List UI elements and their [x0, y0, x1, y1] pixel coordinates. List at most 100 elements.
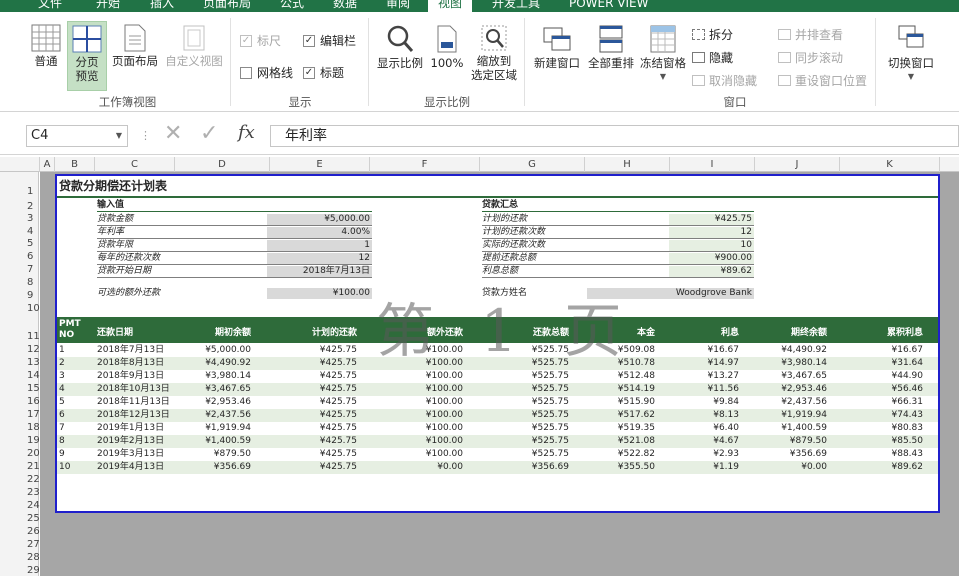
enter-icon[interactable]: ✓ [200, 121, 218, 146]
table-cell[interactable]: ¥100.00 [367, 397, 463, 408]
table-cell[interactable]: ¥4,490.92 [177, 358, 251, 369]
column-header[interactable]: E [270, 157, 370, 172]
table-cell[interactable]: ¥100.00 [367, 449, 463, 460]
table-cell[interactable]: ¥100.00 [367, 358, 463, 369]
table-cell[interactable]: 2018年7月13日 [97, 345, 177, 356]
table-cell[interactable]: ¥100.00 [367, 345, 463, 356]
table-cell[interactable]: ¥31.64 [837, 358, 924, 369]
table-cell[interactable]: 2018年10月13日 [97, 384, 177, 395]
table-cell[interactable]: 1 [59, 345, 89, 356]
table-cell[interactable]: ¥100.00 [367, 436, 463, 447]
table-cell[interactable]: ¥515.90 [577, 397, 655, 408]
table-cell[interactable]: ¥2,953.46 [177, 397, 251, 408]
table-cell[interactable]: ¥3,467.65 [177, 384, 251, 395]
row-header[interactable]: 22 [0, 473, 40, 486]
table-cell[interactable]: ¥80.83 [837, 423, 924, 434]
tab-power-view[interactable]: POWER VIEW [569, 0, 648, 12]
row-header[interactable]: 13 [0, 356, 40, 369]
name-box-dropdown-icon[interactable]: ▼ [116, 126, 122, 146]
unhide-button[interactable]: 取消隐藏 [692, 72, 757, 89]
column-header[interactable]: F [370, 157, 480, 172]
custom-views-button[interactable]: 自定义视图 [163, 24, 225, 86]
table-cell[interactable]: ¥0.00 [747, 462, 827, 473]
lender-value[interactable]: Woodgrove Bank [587, 288, 754, 299]
table-cell[interactable]: ¥14.97 [667, 358, 740, 369]
select-all-corner[interactable] [0, 157, 40, 172]
tab-home[interactable]: 开始 [96, 0, 120, 12]
table-cell[interactable]: ¥525.75 [477, 423, 569, 434]
table-cell[interactable]: ¥356.69 [177, 462, 251, 473]
column-header[interactable]: B [55, 157, 95, 172]
table-cell[interactable]: ¥509.08 [577, 345, 655, 356]
row-header[interactable]: 5 [0, 237, 38, 250]
table-cell[interactable]: ¥425.75 [267, 410, 357, 421]
table-cell[interactable]: ¥355.50 [577, 462, 655, 473]
table-cell[interactable]: ¥514.19 [577, 384, 655, 395]
formula-bar-checkbox[interactable]: ✓ 编辑栏 [303, 32, 356, 49]
tab-developer[interactable]: 开发工具 [492, 0, 540, 12]
table-cell[interactable]: ¥100.00 [367, 384, 463, 395]
page-break-preview-button[interactable]: 分页 预览 [67, 21, 107, 91]
table-cell[interactable]: ¥879.50 [747, 436, 827, 447]
table-cell[interactable]: ¥9.84 [667, 397, 739, 408]
table-cell[interactable]: 8 [59, 436, 89, 447]
input-value[interactable]: 2018年7月13日 [267, 266, 372, 277]
table-cell[interactable]: ¥425.75 [267, 384, 357, 395]
table-cell[interactable]: ¥425.75 [267, 371, 357, 382]
table-cell[interactable]: ¥16.67 [667, 345, 740, 356]
table-cell[interactable]: ¥525.75 [477, 384, 569, 395]
table-cell[interactable]: 2 [59, 358, 89, 369]
table-cell[interactable]: ¥66.31 [837, 397, 924, 408]
table-cell[interactable]: ¥0.00 [367, 462, 463, 473]
row-header[interactable]: 9 [0, 289, 38, 302]
table-cell[interactable]: ¥11.56 [667, 384, 740, 395]
table-cell[interactable]: ¥525.75 [477, 371, 569, 382]
extra-payment-value[interactable]: ¥100.00 [267, 288, 372, 299]
column-header[interactable]: I [670, 157, 755, 172]
row-header[interactable]: 6 [0, 250, 38, 263]
table-cell[interactable]: 2019年1月13日 [97, 423, 177, 434]
table-cell[interactable]: ¥1,400.59 [747, 423, 827, 434]
reset-window-position-button[interactable]: 重设窗口位置 [778, 72, 867, 89]
table-cell[interactable]: ¥3,980.14 [747, 358, 827, 369]
gridlines-checkbox[interactable]: 网格线 [240, 64, 293, 81]
row-header[interactable]: 25 [0, 512, 40, 525]
table-cell[interactable]: 3 [59, 371, 89, 382]
input-value[interactable]: 1 [267, 240, 372, 251]
table-cell[interactable]: ¥879.50 [177, 449, 251, 460]
column-header[interactable]: G [480, 157, 585, 172]
table-cell[interactable]: 2018年8月13日 [97, 358, 177, 369]
table-cell[interactable]: ¥425.75 [267, 423, 357, 434]
table-cell[interactable]: ¥1,919.94 [747, 410, 827, 421]
row-header[interactable]: 8 [0, 276, 38, 289]
row-header[interactable]: 23 [0, 486, 40, 499]
row-header[interactable]: 3 [0, 212, 38, 225]
column-header[interactable]: D [175, 157, 270, 172]
table-cell[interactable]: 7 [59, 423, 89, 434]
table-cell[interactable]: ¥425.75 [267, 462, 357, 473]
row-header[interactable]: 19 [0, 434, 40, 447]
table-cell[interactable]: ¥2,437.56 [747, 397, 827, 408]
table-cell[interactable]: ¥74.43 [837, 410, 924, 421]
tab-insert[interactable]: 插入 [150, 0, 174, 12]
row-header[interactable]: 15 [0, 382, 40, 395]
table-cell[interactable]: ¥100.00 [367, 371, 463, 382]
column-header[interactable]: K [840, 157, 940, 172]
table-cell[interactable]: ¥100.00 [367, 423, 463, 434]
row-header[interactable]: 16 [0, 395, 40, 408]
cancel-icon[interactable]: ✕ [164, 121, 182, 146]
zoom-button[interactable]: 显示比例 [374, 24, 426, 86]
freeze-panes-button[interactable]: 冻结窗格 ▼ [637, 24, 689, 94]
table-cell[interactable]: ¥100.00 [367, 410, 463, 421]
row-header[interactable]: 18 [0, 421, 40, 434]
insert-function-icon[interactable]: fx [238, 122, 255, 143]
row-header[interactable]: 11 [0, 330, 40, 343]
table-cell[interactable]: ¥356.69 [477, 462, 569, 473]
tab-page-layout[interactable]: 页面布局 [203, 0, 251, 12]
worksheet-grid[interactable]: 贷款分期偿还计划表 输入值 贷款金额 ¥5,000.00 年利率 4.00% 贷款年限 1… [40, 172, 959, 576]
table-cell[interactable]: ¥1,400.59 [177, 436, 251, 447]
table-cell[interactable]: ¥525.75 [477, 345, 569, 356]
table-cell[interactable]: ¥519.35 [577, 423, 655, 434]
ruler-checkbox[interactable]: ✓ 标尺 [240, 32, 281, 49]
table-cell[interactable]: ¥525.75 [477, 397, 569, 408]
